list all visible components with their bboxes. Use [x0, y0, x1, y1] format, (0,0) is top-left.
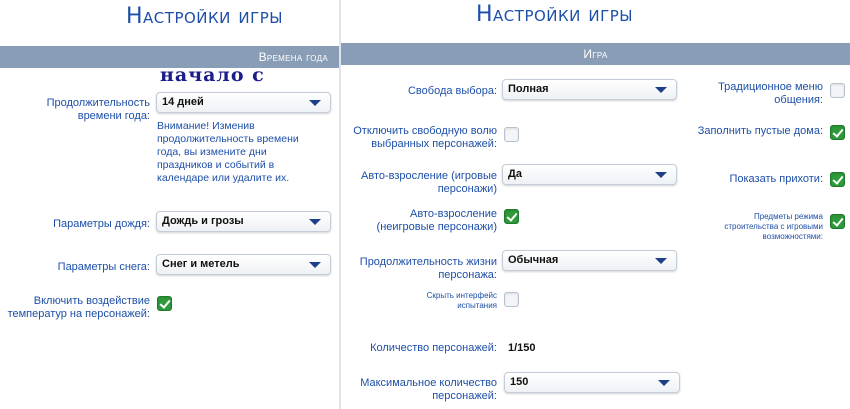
seasons-settings-panel: Настройки игры Времена года начало с вес…: [0, 0, 340, 409]
auto-age-played-value: Да: [508, 168, 522, 180]
section-header-game: Игра: [341, 43, 850, 65]
rain-label: Параметры дождя:: [53, 218, 150, 230]
fill-empty-homes-label: Заполнить пустые дома:: [697, 125, 823, 137]
temperature-label: Включить воздействие температур на персо…: [7, 295, 150, 320]
snow-label: Параметры снега:: [57, 261, 150, 273]
season-length-value: 14 дней: [162, 96, 204, 108]
free-will-dropdown[interactable]: Полная: [502, 79, 677, 100]
auto-age-played-label: Авто-взросление (игровые персонажи): [361, 170, 497, 195]
chevron-down-icon: [655, 172, 667, 178]
rain-value: Дождь и грозы: [162, 215, 244, 227]
lifespan-dropdown[interactable]: Обычная: [502, 250, 677, 271]
temperature-checkbox[interactable]: [157, 296, 172, 311]
chevron-down-icon: [309, 100, 321, 106]
season-length-warning: Внимание! Изменив продолжительность врем…: [157, 120, 299, 184]
classic-menu-checkbox[interactable]: [830, 83, 845, 98]
show-whims-checkbox[interactable]: [830, 172, 845, 187]
max-sims-value: 150: [510, 376, 529, 388]
rain-dropdown[interactable]: Дождь и грозы: [156, 211, 331, 232]
fill-empty-homes-checkbox[interactable]: [830, 125, 845, 140]
auto-age-played-dropdown[interactable]: Да: [502, 164, 677, 185]
show-whims-label: Показать прихоти:: [729, 173, 823, 185]
lifespan-label: Продолжительность жизни персонажа:: [359, 256, 497, 281]
sim-count-label: Количество персонажей:: [370, 342, 497, 354]
sim-count-value: 1/150: [508, 342, 536, 354]
lifespan-value: Обычная: [508, 254, 559, 266]
game-settings-panel: Настройки игры Игра Свобода выбора: Полн…: [341, 0, 850, 409]
free-will-label: Свобода выбора:: [407, 85, 497, 97]
page-title: Настройки игры: [126, 4, 284, 29]
hide-trials-checkbox[interactable]: [504, 292, 519, 307]
chevron-down-icon: [309, 219, 321, 225]
page-title: Настройки игры: [476, 2, 634, 27]
season-length-dropdown[interactable]: 14 дней: [156, 92, 331, 113]
season-length-label: Продолжительность времени года:: [46, 97, 150, 122]
chevron-down-icon: [309, 262, 321, 268]
max-sims-label: Максимальное количество персонажей:: [360, 377, 497, 402]
chevron-down-icon: [658, 380, 670, 386]
auto-age-unplayed-label: Авто-взросление (неигровые персонажи): [376, 208, 497, 233]
build-items-label: Предметы режима строительства с игровыми…: [724, 212, 823, 241]
chevron-down-icon: [655, 258, 667, 264]
free-will-value: Полная: [508, 83, 549, 95]
disable-free-will-label: Отключить свободную волю выбранных персо…: [353, 125, 497, 150]
snow-dropdown[interactable]: Снег и метель: [156, 254, 331, 275]
classic-menu-label: Традиционное меню общения:: [718, 81, 823, 106]
auto-age-unplayed-checkbox[interactable]: [504, 209, 519, 224]
max-sims-dropdown[interactable]: 150: [504, 372, 680, 393]
build-items-checkbox[interactable]: [830, 214, 845, 229]
screenshot: Настройки игры Времена года начало с вес…: [0, 0, 850, 409]
chevron-down-icon: [655, 87, 667, 93]
snow-value: Снег и метель: [162, 258, 240, 270]
disable-free-will-checkbox[interactable]: [504, 127, 519, 142]
hide-trials-label: Скрыть интерфейс испытания: [426, 291, 497, 310]
